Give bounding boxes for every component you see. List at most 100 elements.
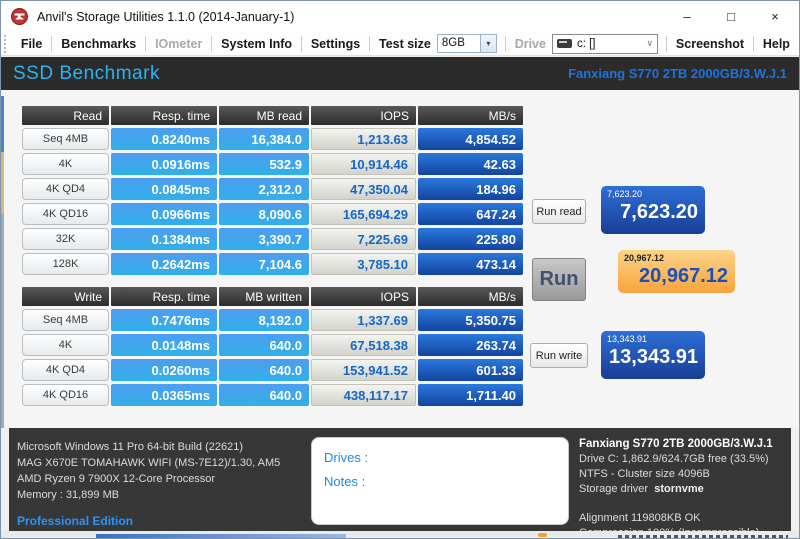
section-header: SSD Benchmark Fanxiang S770 2TB 2000GB/3…	[1, 57, 799, 90]
write-score-small: 13,343.91	[607, 334, 698, 344]
read-mbs-cell: 4,854.52	[418, 128, 523, 150]
read-mbs-cell: 473.14	[418, 253, 523, 275]
read-mbs-cell: 647.24	[418, 203, 523, 225]
menu-benchmarks[interactable]: Benchmarks	[52, 37, 145, 51]
read-mb-cell: 2,312.0	[219, 178, 309, 200]
write-resp-cell: 0.0260ms	[111, 359, 217, 381]
alignment-line: Alignment 119808KB OK	[579, 511, 773, 526]
write-table: Write Resp. time MB written IOPS MB/s Se…	[22, 287, 523, 406]
menu-screenshot[interactable]: Screenshot	[667, 37, 753, 51]
title-bar: Anvil's Storage Utilities 1.1.0 (2014-Ja…	[1, 1, 799, 32]
write-mbs-cell: 1,711.40	[418, 384, 523, 406]
drives-label: Drives :	[324, 446, 556, 470]
write-mb-cell: 640.0	[219, 359, 309, 381]
run-button[interactable]: Run	[532, 258, 586, 301]
run-write-button[interactable]: Run write	[530, 343, 588, 368]
write-row-label[interactable]: Seq 4MB	[22, 309, 109, 331]
read-iops-cell: 47,350.04	[311, 178, 416, 200]
spacer	[579, 497, 773, 511]
window-title: Anvil's Storage Utilities 1.1.0 (2014-Ja…	[37, 10, 294, 24]
run-read-button[interactable]: Run read	[532, 199, 586, 224]
read-header-cell: MB read	[219, 106, 309, 125]
minimize-button[interactable]: –	[665, 1, 709, 32]
filesystem-line: NTFS - Cluster size 4096B	[579, 467, 773, 482]
notes-label: Notes :	[324, 470, 556, 494]
notes-box[interactable]: Drives : Notes :	[311, 437, 569, 525]
write-iops-cell: 67,518.38	[311, 334, 416, 356]
write-mbs-cell: 601.33	[418, 359, 523, 381]
storage-driver-value: stornvme	[654, 483, 704, 495]
read-resp-cell: 0.0966ms	[111, 203, 217, 225]
read-iops-cell: 1,213.63	[311, 128, 416, 150]
read-table: Read Resp. time MB read IOPS MB/s Seq 4M…	[22, 106, 523, 275]
menu-system-info[interactable]: System Info	[212, 37, 301, 51]
write-iops-cell: 153,941.52	[311, 359, 416, 381]
read-mb-cell: 16,384.0	[219, 128, 309, 150]
write-header-cell: IOPS	[311, 287, 416, 306]
drive-value: c: []	[577, 38, 647, 50]
test-size-value[interactable]: 8GB	[437, 34, 481, 53]
menu-settings[interactable]: Settings	[302, 37, 369, 51]
read-mb-cell: 532.9	[219, 153, 309, 175]
edition-label: Professional Edition	[17, 514, 280, 528]
read-resp-cell: 0.0845ms	[111, 178, 217, 200]
write-iops-cell: 438,117.17	[311, 384, 416, 406]
write-row-label[interactable]: 4K QD16	[22, 384, 109, 406]
menu-iometer: IOmeter	[146, 37, 211, 51]
read-mb-cell: 8,090.6	[219, 203, 309, 225]
write-resp-cell: 0.7476ms	[111, 309, 217, 331]
maximize-button[interactable]: □	[709, 1, 753, 32]
total-score-small: 20,967.12	[624, 253, 728, 263]
read-resp-cell: 0.8240ms	[111, 128, 217, 150]
read-row-label[interactable]: 128K	[22, 253, 109, 275]
footer-panel: Microsoft Windows 11 Pro 64-bit Build (2…	[9, 428, 791, 532]
dropdown-arrow-icon[interactable]: ▾	[481, 34, 497, 53]
edge-strip-tan	[1, 152, 4, 214]
drive-info-block: Fanxiang S770 2TB 2000GB/3.W.J.1 Drive C…	[579, 437, 773, 539]
write-row-label[interactable]: 4K QD4	[22, 359, 109, 381]
storage-driver-label: Storage driver	[579, 483, 648, 495]
toolbar-gripper[interactable]	[4, 35, 7, 53]
read-iops-cell: 165,694.29	[311, 203, 416, 225]
device-name: Fanxiang S770 2TB 2000GB/3.W.J.1	[568, 66, 787, 81]
write-mb-cell: 640.0	[219, 384, 309, 406]
total-score-value: 20,967.12	[624, 263, 728, 289]
read-resp-cell: 0.2642ms	[111, 253, 217, 275]
read-iops-cell: 7,225.69	[311, 228, 416, 250]
bottom-sliver	[1, 531, 799, 538]
write-header-cell: Write	[22, 287, 109, 306]
write-iops-cell: 1,337.69	[311, 309, 416, 331]
read-row-label[interactable]: 4K QD4	[22, 178, 109, 200]
write-header-cell: MB written	[219, 287, 309, 306]
read-mb-cell: 7,104.6	[219, 253, 309, 275]
write-mb-cell: 640.0	[219, 334, 309, 356]
write-score-box: 13,343.91 13,343.91	[601, 331, 705, 379]
app-icon	[11, 8, 28, 25]
read-mbs-cell: 184.96	[418, 178, 523, 200]
write-mbs-cell: 5,350.75	[418, 309, 523, 331]
menu-file[interactable]: File	[12, 37, 52, 51]
read-row-label[interactable]: Seq 4MB	[22, 128, 109, 150]
write-resp-cell: 0.0148ms	[111, 334, 217, 356]
read-row-label[interactable]: 32K	[22, 228, 109, 250]
os-line: Microsoft Windows 11 Pro 64-bit Build (2…	[17, 439, 280, 455]
write-header-cell: MB/s	[418, 287, 523, 306]
menu-help[interactable]: Help	[754, 37, 799, 51]
read-row-label[interactable]: 4K QD16	[22, 203, 109, 225]
read-iops-cell: 3,785.10	[311, 253, 416, 275]
page-title: SSD Benchmark	[13, 63, 160, 85]
write-row-label[interactable]: 4K	[22, 334, 109, 356]
drive-icon	[557, 39, 572, 48]
total-score-box: 20,967.12 20,967.12	[618, 250, 735, 293]
read-mb-cell: 3,390.7	[219, 228, 309, 250]
edge-strip-blue	[1, 96, 4, 152]
drive-combo[interactable]: c: [] ∨	[552, 34, 658, 54]
main-area: Read Resp. time MB read IOPS MB/s Seq 4M…	[1, 90, 799, 428]
test-size-combo[interactable]: 8GB ▾	[437, 34, 497, 53]
test-size-label: Test size	[370, 37, 437, 51]
system-info-block: Microsoft Windows 11 Pro 64-bit Build (2…	[17, 439, 280, 528]
close-button[interactable]: ×	[753, 1, 797, 32]
write-resp-cell: 0.0365ms	[111, 384, 217, 406]
read-header-cell: Read	[22, 106, 109, 125]
read-row-label[interactable]: 4K	[22, 153, 109, 175]
